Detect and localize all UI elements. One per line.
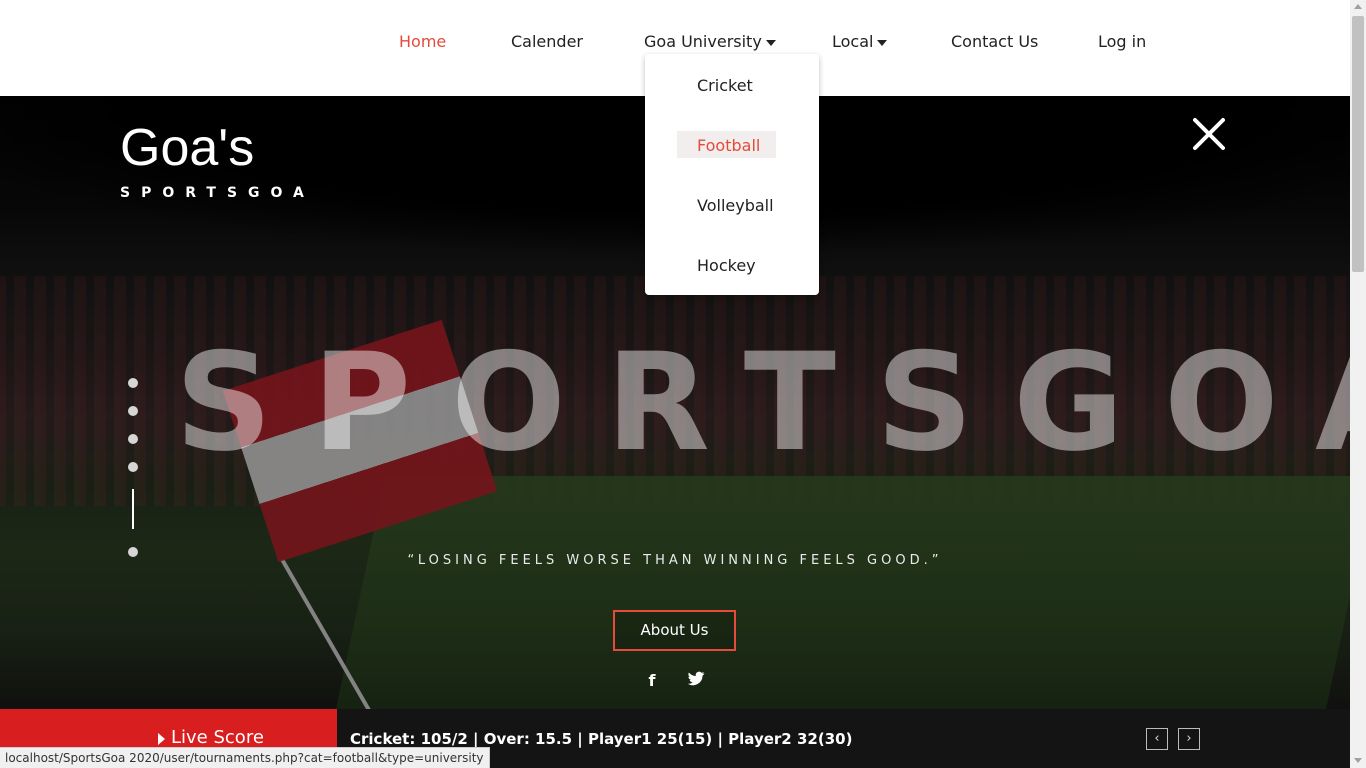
slider-dot[interactable]: [128, 434, 138, 444]
dropdown-item-volleyball[interactable]: Volleyball: [697, 196, 774, 215]
next-score-button[interactable]: ›: [1178, 728, 1200, 750]
slider-dot[interactable]: [128, 378, 138, 388]
nav-goa-university[interactable]: Goa University: [644, 32, 776, 51]
brand-subtitle: SPORTSGOA: [120, 185, 315, 201]
slider-dot[interactable]: [128, 462, 138, 472]
slider-dot[interactable]: [128, 406, 138, 416]
facebook-icon[interactable]: f: [642, 671, 662, 691]
slider-dot-active[interactable]: [132, 489, 134, 529]
link-status-bar: localhost/SportsGoa 2020/user/tournament…: [0, 747, 490, 768]
nav-calender[interactable]: Calender: [511, 32, 583, 51]
nav-home[interactable]: Home: [399, 32, 446, 51]
vertical-scrollbar[interactable]: [1350, 0, 1366, 768]
nav-goa-university-label: Goa University: [644, 32, 762, 51]
play-triangle-icon: [158, 733, 165, 745]
live-score-text: Cricket: 105/2 | Over: 15.5 | Player1 25…: [350, 730, 853, 748]
dropdown-item-football[interactable]: Football: [697, 136, 760, 155]
scroll-up-arrow-icon[interactable]: [1354, 4, 1362, 9]
dropdown-item-cricket[interactable]: Cricket: [697, 76, 753, 95]
hero-quote: “LOSING FEELS WORSE THAN WINNING FEELS G…: [407, 553, 943, 568]
caret-down-icon: [877, 39, 888, 46]
twitter-icon[interactable]: [686, 671, 706, 691]
scrollbar-thumb[interactable]: [1352, 16, 1364, 272]
nav-local[interactable]: Local: [832, 32, 888, 51]
close-icon[interactable]: [1192, 117, 1226, 151]
scroll-down-arrow-icon[interactable]: [1354, 758, 1362, 763]
caret-down-icon: [765, 39, 776, 46]
nav-contact-us[interactable]: Contact Us: [951, 32, 1038, 51]
live-score-label: Live Score: [171, 727, 264, 748]
hero-watermark-text: SPORTSGOA: [175, 324, 1350, 481]
nav-local-label: Local: [832, 32, 874, 51]
goa-university-dropdown: Cricket Football Volleyball Hockey: [645, 54, 819, 295]
prev-score-button[interactable]: ‹: [1146, 728, 1168, 750]
brand-title: Goa's: [120, 119, 255, 177]
about-us-button[interactable]: About Us: [613, 610, 736, 651]
dropdown-item-hockey[interactable]: Hockey: [697, 256, 756, 275]
nav-log-in[interactable]: Log in: [1098, 32, 1146, 51]
